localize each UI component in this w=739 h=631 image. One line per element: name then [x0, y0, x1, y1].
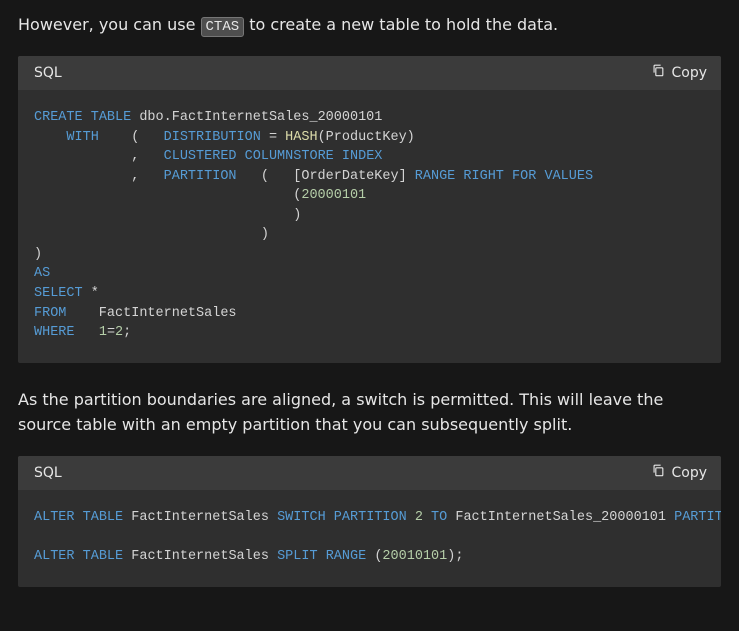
code-block-2-header: SQL Copy: [18, 456, 721, 490]
copy-label: Copy: [671, 62, 707, 84]
intro-paragraph-1: However, you can use CTAS to create a ne…: [18, 12, 721, 38]
copy-button[interactable]: Copy: [651, 62, 707, 84]
intro-paragraph-2: As the partition boundaries are aligned,…: [18, 387, 721, 438]
ctas-keyword: CTAS: [201, 17, 245, 37]
copy-icon: [651, 462, 665, 484]
text-after: to create a new table to hold the data.: [244, 15, 558, 34]
copy-icon: [651, 62, 665, 84]
language-label: SQL: [34, 462, 62, 484]
code-block-1: SQL Copy CREATE TABLE dbo.FactInternetSa…: [18, 56, 721, 363]
copy-label: Copy: [671, 462, 707, 484]
code-block-1-header: SQL Copy: [18, 56, 721, 90]
sql-code-1[interactable]: CREATE TABLE dbo.FactInternetSales_20000…: [18, 90, 721, 363]
code-block-2: SQL Copy ALTER TABLE FactInternetSales S…: [18, 456, 721, 587]
sql-code-2[interactable]: ALTER TABLE FactInternetSales SWITCH PAR…: [18, 490, 721, 587]
language-label: SQL: [34, 62, 62, 84]
text-before: However, you can use: [18, 15, 201, 34]
copy-button[interactable]: Copy: [651, 462, 707, 484]
